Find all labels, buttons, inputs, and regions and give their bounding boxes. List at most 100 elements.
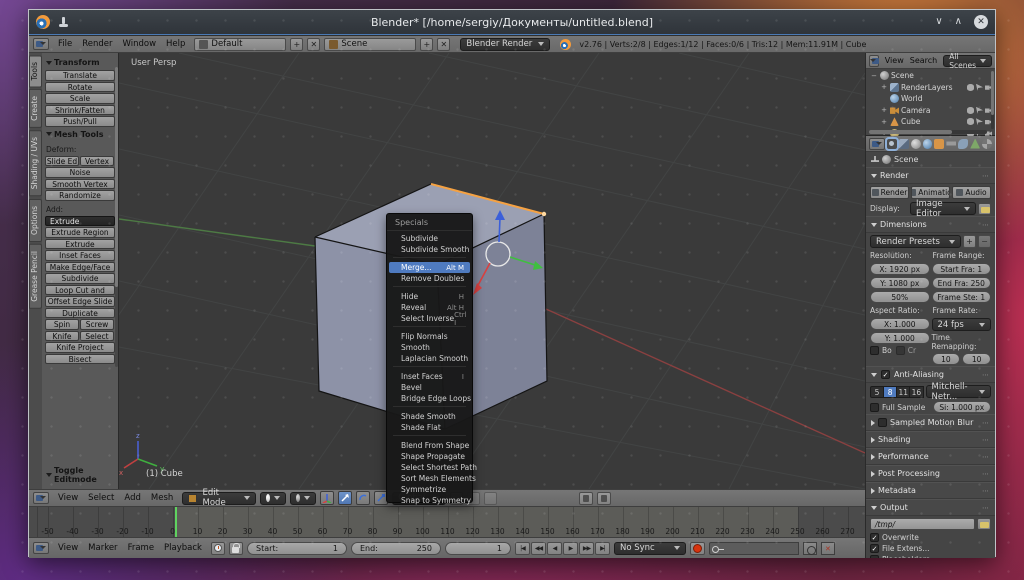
panel-dots-icon[interactable]: ⋯	[982, 221, 990, 229]
context-menu-item[interactable]: Hide H	[387, 291, 472, 302]
display-selector[interactable]: Image Editor	[910, 202, 976, 215]
context-menu-item[interactable]: Select Inverse Ctrl I	[387, 313, 472, 324]
close-button[interactable]: ✕	[974, 15, 988, 29]
viewport-menu[interactable]: Add	[119, 493, 145, 503]
shading-selector[interactable]	[260, 492, 286, 505]
transform-panel-header[interactable]: Transform	[45, 56, 115, 70]
tool-button[interactable]: Spin	[45, 319, 79, 330]
info-menu[interactable]: File	[53, 39, 77, 49]
render-tab-icon[interactable]	[887, 139, 897, 149]
delete-keyframe-button[interactable]	[821, 542, 835, 555]
collapsed-panel-header[interactable]: Performance ⋯	[866, 448, 995, 465]
scene-add-button[interactable]: +	[420, 38, 433, 51]
aa-samples-button[interactable]: 11	[897, 386, 910, 398]
output-checkbox[interactable]: Placeholders	[870, 555, 931, 558]
info-menu[interactable]: Render	[77, 39, 117, 49]
preset-remove-button[interactable]: −	[978, 235, 991, 248]
pivot-selector[interactable]	[290, 492, 316, 505]
tool-shelf-tab[interactable]: Grease Pencil	[29, 244, 42, 309]
tool-button[interactable]: Knife	[45, 331, 79, 342]
output-checkbox[interactable]: Overwrite	[870, 533, 931, 542]
material-tab-icon[interactable]	[982, 139, 992, 149]
scene-tab-icon[interactable]	[911, 139, 921, 149]
object-data-tab-icon[interactable]	[970, 139, 980, 149]
tool-button[interactable]: Push/Pull	[45, 116, 115, 127]
render-action-button[interactable]: Render	[870, 186, 909, 199]
aspect-y-field[interactable]: Y: 1.000	[870, 332, 930, 344]
auto-keyframe-button[interactable]	[690, 542, 705, 555]
tool-button[interactable]: Make Edge/Face	[45, 262, 115, 273]
collapsed-panel-header[interactable]: Metadata ⋯	[866, 482, 995, 499]
outliner-hscrollbar[interactable]	[869, 130, 987, 134]
aa-samples-button[interactable]: 8	[884, 386, 897, 398]
layout-delete-button[interactable]: ✕	[307, 38, 320, 51]
tool-shelf-tab[interactable]: Tools	[29, 55, 42, 87]
panel-dots-icon[interactable]: ⋯	[982, 172, 990, 180]
context-menu-item[interactable]: Flip Normals	[387, 331, 472, 342]
panel-dots-icon[interactable]: ⋯	[982, 470, 990, 478]
outliner-scope-selector[interactable]: All Scenes	[943, 55, 992, 67]
outliner-editor-icon[interactable]	[869, 55, 879, 67]
maximize-button[interactable]: ∧	[955, 15, 962, 29]
resolution-y-field[interactable]: Y: 1080 px	[870, 277, 930, 289]
tool-shelf-tab[interactable]: Create	[29, 89, 42, 128]
context-menu-item[interactable]	[393, 366, 466, 370]
timeline-menu[interactable]: View	[53, 543, 83, 553]
tool-button[interactable]: Offset Edge Slide	[45, 296, 115, 307]
tool-button[interactable]: Screw	[80, 319, 114, 330]
context-menu-item[interactable]: Merge... Alt M	[389, 262, 470, 273]
start-frame-field[interactable]: Start: 1	[247, 542, 347, 555]
tool-shelf-tab[interactable]: Options	[29, 199, 42, 242]
info-menu[interactable]: Window	[118, 39, 162, 49]
outliner-row[interactable]: − Scene	[866, 70, 995, 82]
context-menu-item[interactable]	[393, 257, 466, 261]
panel-dots-icon[interactable]: ⋯	[982, 504, 990, 512]
collapsed-panel-header[interactable]: Post Processing ⋯	[866, 465, 995, 482]
translate-manipulator-button[interactable]	[338, 491, 352, 505]
render-presets-selector[interactable]: Render Presets	[870, 235, 961, 248]
border-checkbox[interactable]: Bo	[870, 346, 892, 355]
world-tab-icon[interactable]	[923, 139, 933, 149]
viewport-menu[interactable]: Select	[83, 493, 119, 503]
context-menu-item[interactable]: Shade Flat	[387, 422, 472, 433]
layout-add-button[interactable]: +	[290, 38, 303, 51]
tool-button[interactable]: Knife Project	[45, 342, 115, 353]
manipulator-toggle[interactable]	[320, 491, 334, 505]
outliner-row[interactable]: World	[866, 93, 995, 105]
object-tab-icon[interactable]	[934, 139, 944, 149]
context-menu-item[interactable]	[393, 406, 466, 410]
panel-dots-icon[interactable]: ⋯	[982, 487, 990, 495]
tool-button[interactable]: Select	[80, 331, 114, 342]
toggle-editmode-header[interactable]: Toggle Editmode	[45, 464, 115, 487]
pin-icon[interactable]	[871, 156, 879, 164]
context-menu-item[interactable]: Shade Smooth	[387, 411, 472, 422]
constraints-tab-icon[interactable]	[946, 139, 956, 149]
playback-button[interactable]: |◀	[515, 542, 530, 555]
expander-icon[interactable]: +	[880, 118, 888, 126]
context-menu-item[interactable]: Remove Doubles	[387, 273, 472, 284]
aa-samples-button[interactable]: 16	[910, 386, 923, 398]
timeline-menu[interactable]: Marker	[83, 543, 122, 553]
visibility-eye-icon[interactable]	[967, 107, 974, 114]
outliner-row[interactable]: + Camera	[866, 105, 995, 117]
output-path-field[interactable]: /tmp/	[870, 518, 975, 530]
timeline-menu[interactable]: Playback	[159, 543, 207, 553]
pin-icon[interactable]	[58, 17, 68, 27]
render-action-button[interactable]: Animatio	[911, 186, 950, 199]
render-panel-header[interactable]: Render ⋯	[866, 167, 995, 184]
resolution-percent-slider[interactable]: 50%	[870, 291, 930, 303]
panel-dots-icon[interactable]: ⋯	[982, 419, 990, 427]
aa-filter-selector[interactable]: Mitchell-Netr...	[926, 385, 992, 398]
full-sample-checkbox[interactable]: Full Sample	[870, 403, 931, 412]
context-menu-item[interactable]	[393, 286, 466, 290]
keying-set-field[interactable]	[709, 542, 799, 555]
playback-button[interactable]: ▶▶	[579, 542, 594, 555]
resolution-x-field[interactable]: X: 1920 px	[870, 263, 930, 275]
expander-icon[interactable]: +	[880, 83, 888, 91]
panel-checkbox[interactable]	[878, 418, 887, 427]
panel-dots-icon[interactable]: ⋯	[982, 436, 990, 444]
tool-button[interactable]: Extrude	[45, 216, 115, 227]
visibility-eye-icon[interactable]	[967, 84, 974, 91]
meshtools-panel-header[interactable]: Mesh Tools	[45, 128, 115, 142]
outliner-row[interactable]: + RenderLayers	[866, 82, 995, 94]
